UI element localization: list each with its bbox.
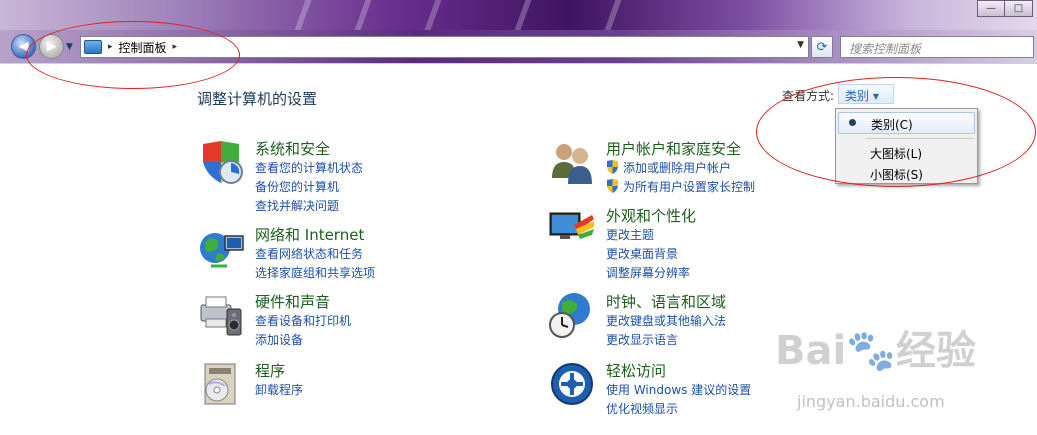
link-change-background[interactable]: 更改桌面背景	[606, 245, 678, 262]
link-add-remove-accounts-label: 添加或删除用户帐户	[623, 161, 732, 175]
annotation-ellipse-view-menu	[756, 77, 1036, 187]
category-title-clock-language[interactable]: 时钟、语言和区域	[606, 291, 726, 312]
page-title: 调整计算机的设置	[197, 90, 318, 108]
category-title-network-internet[interactable]: 网络和 Internet	[255, 224, 364, 245]
category-title-hardware-sound[interactable]: 硬件和声音	[255, 291, 330, 312]
link-troubleshoot[interactable]: 查找并解决问题	[255, 197, 339, 214]
link-change-input-method[interactable]: 更改键盘或其他输入法	[606, 312, 726, 329]
link-optimize-display[interactable]: 优化视频显示	[606, 400, 678, 417]
category-title-ease-of-access[interactable]: 轻松访问	[606, 360, 666, 381]
refresh-button[interactable]: ⟳	[811, 36, 833, 58]
link-add-device[interactable]: 添加设备	[255, 331, 303, 348]
system-security-icon[interactable]	[197, 138, 245, 186]
link-uninstall-program[interactable]: 卸载程序	[255, 381, 303, 398]
link-homegroup-sharing[interactable]: 选择家庭组和共享选项	[255, 264, 375, 281]
category-title-appearance[interactable]: 外观和个性化	[606, 205, 696, 226]
link-add-remove-accounts[interactable]: 添加或删除用户帐户	[606, 159, 731, 176]
link-view-computer-status[interactable]: 查看您的计算机状态	[255, 159, 363, 176]
window-controls: — □	[977, 0, 1033, 17]
link-devices-printers[interactable]: 查看设备和打印机	[255, 312, 351, 329]
network-internet-icon[interactable]	[197, 224, 245, 272]
uac-shield-icon	[607, 160, 618, 174]
category-title-system-security[interactable]: 系统和安全	[255, 138, 330, 159]
clock-language-icon[interactable]	[548, 291, 596, 339]
maximize-button[interactable]: □	[1005, 0, 1033, 17]
link-parental-controls[interactable]: 为所有用户设置家长控制	[606, 178, 755, 195]
link-network-status[interactable]: 查看网络状态和任务	[255, 245, 363, 262]
search-input[interactable]: 搜索控制面板	[840, 36, 1034, 58]
hardware-sound-icon[interactable]	[197, 291, 245, 339]
baidu-watermark: Bai🐾经验	[775, 328, 976, 374]
user-accounts-icon[interactable]	[548, 138, 596, 186]
category-title-programs[interactable]: 程序	[255, 360, 285, 381]
link-parental-controls-label: 为所有用户设置家长控制	[623, 180, 756, 194]
minimize-button[interactable]: —	[977, 0, 1005, 17]
appearance-icon[interactable]	[548, 205, 596, 253]
link-backup-computer[interactable]: 备份您的计算机	[255, 178, 339, 195]
link-change-display-language[interactable]: 更改显示语言	[606, 331, 678, 348]
programs-icon[interactable]	[197, 360, 245, 408]
baidu-watermark-url: jingyan.baidu.com	[797, 392, 945, 411]
address-dropdown-icon[interactable]: ▼	[797, 40, 804, 50]
uac-shield-icon	[607, 179, 618, 193]
category-title-user-accounts[interactable]: 用户帐户和家庭安全	[606, 138, 741, 159]
link-change-theme[interactable]: 更改主题	[606, 226, 654, 243]
ease-of-access-icon[interactable]	[548, 360, 596, 408]
annotation-ellipse-address	[26, 21, 240, 89]
link-windows-recommended-settings[interactable]: 使用 Windows 建议的设置	[606, 381, 751, 398]
link-screen-resolution[interactable]: 调整屏幕分辨率	[606, 264, 690, 281]
